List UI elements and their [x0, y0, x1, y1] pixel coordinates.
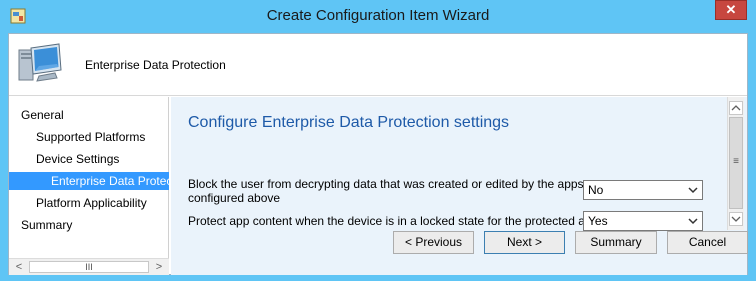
wizard-navigation: General Supported Platforms Device Setti… [9, 97, 169, 275]
scroll-right-icon[interactable]: > [151, 260, 167, 275]
settings-panel: Configure Enterprise Data Protection set… [171, 97, 748, 275]
nav-item-label: Summary [21, 218, 73, 232]
nav-item-general[interactable]: General [9, 106, 169, 124]
summary-button[interactable]: Summary [575, 231, 657, 254]
settings-vertical-scrollbar[interactable]: ≡ [727, 97, 744, 230]
nav-item-summary[interactable]: Summary [9, 216, 169, 234]
window-title: Create Configuration Item Wizard [266, 7, 490, 24]
nav-item-label: Supported Platforms [36, 130, 146, 144]
nav-item-label: Device Settings [36, 152, 120, 166]
wizard-header: Enterprise Data Protection [9, 34, 747, 96]
setting-label-block-decrypt: Block the user from decrypting data that… [188, 177, 584, 205]
computer-icon [18, 43, 62, 82]
select-value: Yes [588, 214, 608, 228]
setting-label-line: Block the user from decrypting data that… [188, 177, 584, 191]
protect-locked-select[interactable]: Yes [583, 211, 703, 231]
nav-item-device-settings[interactable]: Device Settings [9, 150, 169, 168]
setting-label-line: configured above [188, 191, 281, 205]
page-title: Enterprise Data Protection [85, 58, 226, 72]
block-decrypt-select[interactable]: No [583, 180, 703, 200]
close-button[interactable]: ✕ [715, 0, 747, 20]
setting-label-protect-locked: Protect app content when the device is i… [188, 214, 608, 228]
chevron-down-icon [687, 212, 699, 230]
nav-item-label: Enterprise Data Protec [51, 174, 169, 188]
cancel-button[interactable]: Cancel [667, 231, 748, 254]
close-icon: ✕ [725, 2, 737, 17]
wizard-window: Create Configuration Item Wizard ✕ Enter… [0, 0, 756, 281]
wizard-client-area: Enterprise Data Protection General Suppo… [8, 33, 748, 275]
nav-item-enterprise-data-protection[interactable]: Enterprise Data Protec [9, 172, 169, 190]
nav-item-platform-applicability[interactable]: Platform Applicability [9, 194, 169, 212]
previous-button[interactable]: < Previous [393, 231, 474, 254]
select-value: No [588, 183, 604, 197]
title-bar[interactable]: Create Configuration Item Wizard ✕ [0, 0, 756, 33]
scroll-down-icon[interactable] [729, 212, 743, 226]
scroll-thumb[interactable]: ≡ [729, 117, 743, 209]
setting-label-line: Protect app content when the device is i… [188, 214, 608, 228]
next-button[interactable]: Next > [484, 231, 565, 254]
chevron-down-icon [687, 181, 699, 199]
scroll-left-icon[interactable]: < [11, 260, 27, 275]
scroll-thumb[interactable]: III [29, 261, 149, 273]
nav-item-label: Platform Applicability [36, 196, 147, 210]
nav-horizontal-scrollbar[interactable]: < III > [9, 258, 169, 275]
nav-item-supported-platforms[interactable]: Supported Platforms [9, 128, 169, 146]
nav-item-label: General [21, 108, 64, 122]
section-title: Configure Enterprise Data Protection set… [188, 114, 510, 131]
scroll-up-icon[interactable] [729, 101, 743, 115]
